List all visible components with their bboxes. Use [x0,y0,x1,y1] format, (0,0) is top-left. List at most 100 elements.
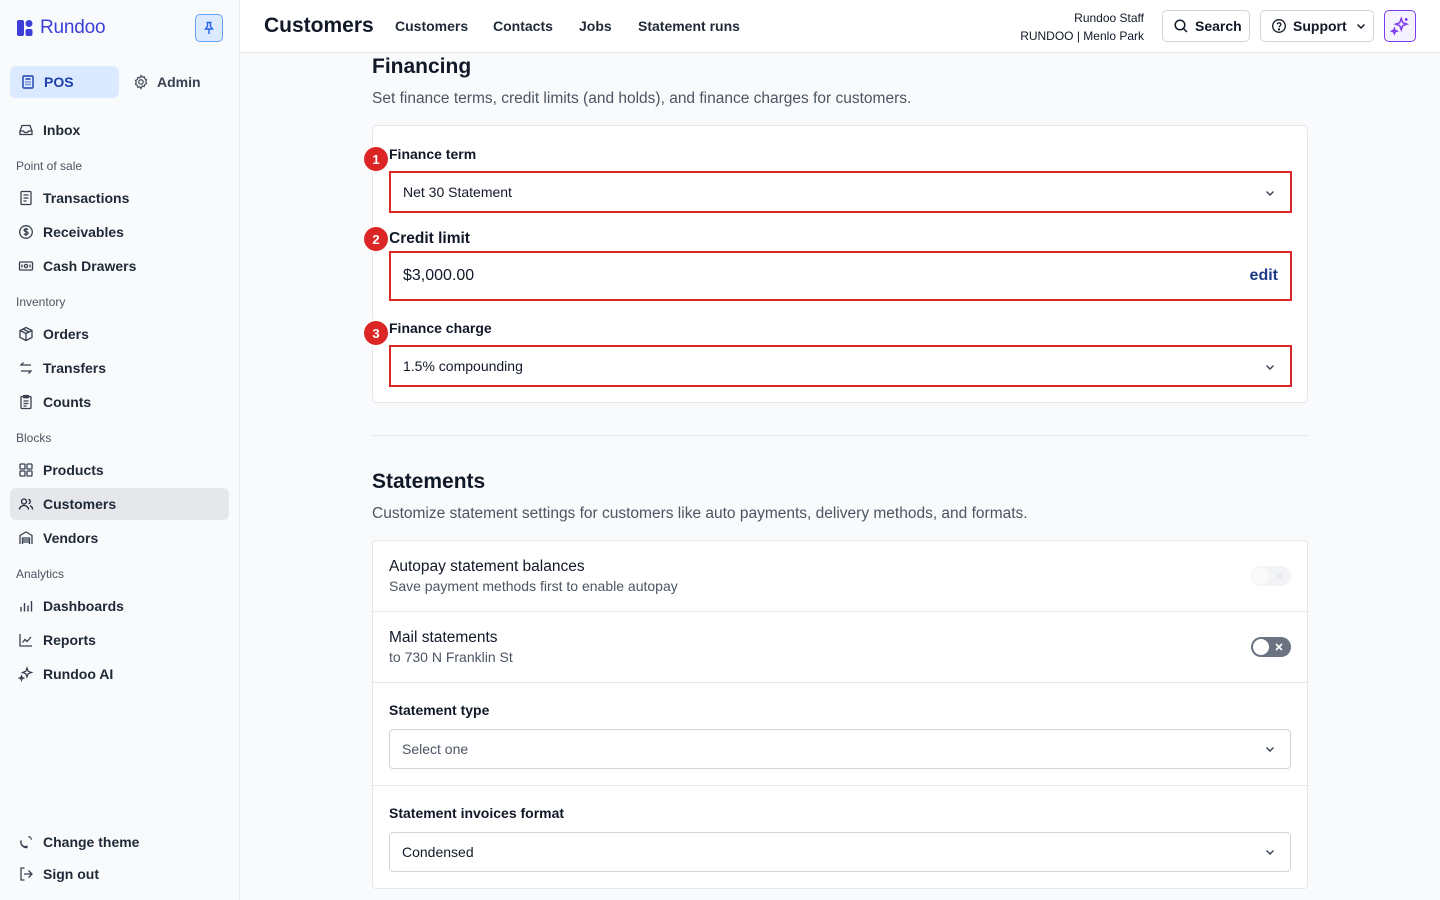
close-icon [1272,569,1286,583]
sidebar-item-transfers[interactable]: Transfers [10,352,229,384]
search-icon [1173,18,1189,34]
sidebar-item-orders[interactable]: Orders [10,318,229,350]
autopay-subtitle: Save payment methods first to enable aut… [389,578,678,594]
mode-admin-label: Admin [157,74,201,90]
pin-icon [201,20,217,36]
chevron-down-icon [1262,844,1278,860]
finance-term-label: Finance term [389,146,477,162]
section-blocks: Blocks [16,431,52,445]
annotation-badge-1: 1 [364,147,388,171]
statement-type-select[interactable]: Select one [389,729,1291,769]
sidebar-item-label: Cash Drawers [43,258,137,274]
credit-limit-value: $3,000.00 [403,267,475,284]
toggle-knob [1253,568,1269,584]
sidebar-item-label: Rundoo AI [43,666,114,682]
sidebar-item-label: Transactions [43,190,130,206]
section-point-of-sale: Point of sale [16,159,83,173]
tab-customers[interactable]: Customers [395,18,468,34]
support-label: Support [1293,18,1347,34]
sidebar-item-vendors[interactable]: Vendors [10,522,229,554]
credit-limit-label: Credit limit [389,230,470,247]
sidebar-item-receivables[interactable]: Receivables [10,216,229,248]
mail-statements-subtitle: to 730 N Franklin St [389,649,513,665]
inbox-icon [18,122,34,138]
support-dropdown[interactable]: Support [1260,10,1374,42]
sidebar-item-label: Inbox [43,122,81,138]
change-theme-button[interactable]: Change theme [10,826,229,858]
finance-charge-label: Finance charge [389,320,492,336]
invoices-format-select[interactable]: Condensed [389,832,1291,872]
top-bar: Customers Customers Contacts Jobs Statem… [240,0,1440,53]
invoices-format-value: Condensed [402,844,474,860]
mail-statements-row: Mail statements to 730 N Franklin St [373,612,1307,683]
statements-card: Autopay statement balances Save payment … [372,540,1308,889]
financing-title: Financing [372,55,472,78]
financing-description: Set finance terms, credit limits (and ho… [372,90,912,107]
sidebar-item-dashboards[interactable]: Dashboards [10,590,229,622]
dollar-circle-icon [18,224,34,240]
sidebar-item-products[interactable]: Products [10,454,229,486]
pin-sidebar-button[interactable] [195,14,223,42]
sign-out-button[interactable]: Sign out [10,858,229,890]
search-label: Search [1195,18,1242,34]
sidebar-item-customers[interactable]: Customers [10,488,229,520]
sidebar-item-label: Receivables [43,224,124,240]
finance-charge-value: 1.5% compounding [403,358,523,374]
gear-icon [133,74,149,90]
register-icon [20,74,36,90]
sidebar-item-label: Reports [43,632,96,648]
statement-type-label: Statement type [389,702,490,718]
statements-description: Customize statement settings for custome… [372,505,1028,522]
finance-charge-select[interactable]: 1.5% compounding [389,345,1292,387]
sidebar-item-label: Vendors [43,530,99,546]
sidebar: Rundoo POS Admin Inbox Point of sale Tra… [0,0,240,900]
edit-credit-limit-link[interactable]: edit [1250,267,1278,285]
statement-type-row: Statement type Select one [373,683,1307,786]
sidebar-item-label: Transfers [43,360,107,376]
brand-name: Rundoo [40,17,106,38]
ai-assistant-button[interactable] [1384,10,1416,42]
arrows-left-right-icon [18,360,34,376]
mode-switch: POS Admin [10,66,223,98]
warehouse-icon [18,530,34,546]
finance-term-select[interactable]: Net 30 Statement [389,171,1292,213]
sidebar-item-counts[interactable]: Counts [10,386,229,418]
page-title: Customers [264,14,374,37]
close-icon [1272,640,1286,654]
sidebar-item-cash-drawers[interactable]: Cash Drawers [10,250,229,282]
sparkles-icon [18,666,34,682]
brand-logo[interactable]: Rundoo [16,17,106,39]
section-analytics: Analytics [16,567,65,581]
sidebar-item-rundoo-ai[interactable]: Rundoo AI [10,658,229,690]
mode-pos-button[interactable]: POS [10,66,119,98]
theme-icon [18,834,34,850]
sidebar-item-transactions[interactable]: Transactions [10,182,229,214]
search-button[interactable]: Search [1162,10,1250,42]
user-info[interactable]: Rundoo Staff RUNDOO | Menlo Park [1020,9,1144,45]
bar-chart-icon [18,598,34,614]
mail-statements-title: Mail statements [389,629,498,646]
mode-admin-button[interactable]: Admin [123,66,223,98]
annotation-badge-2: 2 [364,227,388,251]
tab-statement-runs[interactable]: Statement runs [638,18,740,34]
sign-out-icon [18,866,34,882]
statement-type-placeholder: Select one [402,741,469,757]
line-chart-icon [18,632,34,648]
finance-term-value: Net 30 Statement [403,184,512,200]
sidebar-item-inbox[interactable]: Inbox [10,114,229,146]
credit-limit-field[interactable]: $3,000.00 edit [389,251,1292,301]
financing-card: Finance term Net 30 Statement Credit lim… [372,125,1308,403]
toggle-knob [1253,639,1269,655]
tab-jobs[interactable]: Jobs [579,18,612,34]
tab-contacts[interactable]: Contacts [493,18,553,34]
clipboard-icon [18,394,34,410]
sign-out-label: Sign out [43,866,99,882]
sidebar-item-label: Orders [43,326,89,342]
rundoo-logo-icon [16,19,34,37]
sidebar-item-reports[interactable]: Reports [10,624,229,656]
invoices-format-label: Statement invoices format [389,805,565,821]
sidebar-item-label: Dashboards [43,598,124,614]
receipt-icon [18,190,34,206]
mail-statements-toggle[interactable] [1251,637,1291,657]
autopay-toggle[interactable] [1251,566,1291,586]
